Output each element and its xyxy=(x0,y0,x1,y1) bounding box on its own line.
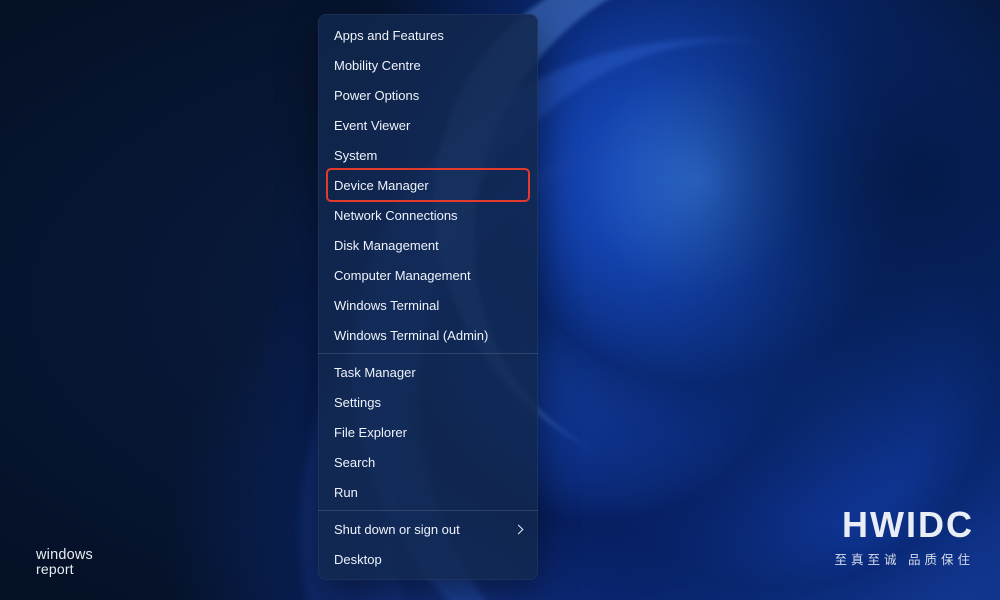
menu-item-windows-terminal-admin[interactable]: Windows Terminal (Admin) xyxy=(318,320,538,350)
menu-item-label: Device Manager xyxy=(334,178,429,193)
menu-item-file-explorer[interactable]: File Explorer xyxy=(318,417,538,447)
menu-item-label: Windows Terminal (Admin) xyxy=(334,328,488,343)
menu-item-label: Apps and Features xyxy=(334,28,444,43)
menu-item-label: Search xyxy=(334,455,375,470)
menu-item-label: Mobility Centre xyxy=(334,58,421,73)
menu-separator xyxy=(318,353,538,354)
menu-item-search[interactable]: Search xyxy=(318,447,538,477)
watermark-windows-report: windows report xyxy=(36,548,93,577)
menu-item-label: Computer Management xyxy=(334,268,471,283)
menu-item-windows-terminal[interactable]: Windows Terminal xyxy=(318,290,538,320)
menu-item-label: Settings xyxy=(334,395,381,410)
menu-item-label: Windows Terminal xyxy=(334,298,439,313)
menu-item-desktop[interactable]: Desktop xyxy=(318,544,538,574)
watermark-line1: windows xyxy=(36,548,93,563)
menu-item-label: Desktop xyxy=(334,552,382,567)
menu-item-computer-management[interactable]: Computer Management xyxy=(318,260,538,290)
menu-item-device-manager[interactable]: Device Manager xyxy=(318,170,538,200)
menu-item-label: Shut down or sign out xyxy=(334,522,460,537)
menu-item-power-options[interactable]: Power Options xyxy=(318,80,538,110)
watermark-line2: report xyxy=(36,562,93,576)
menu-item-settings[interactable]: Settings xyxy=(318,387,538,417)
menu-item-label: Power Options xyxy=(334,88,419,103)
menu-item-label: Run xyxy=(334,485,358,500)
power-user-menu[interactable]: Apps and Features Mobility Centre Power … xyxy=(318,14,538,580)
menu-item-label: Disk Management xyxy=(334,238,439,253)
watermark-main: HWIDC xyxy=(835,507,974,543)
menu-item-label: Task Manager xyxy=(334,365,416,380)
menu-item-run[interactable]: Run xyxy=(318,477,538,507)
menu-item-mobility-centre[interactable]: Mobility Centre xyxy=(318,50,538,80)
menu-item-disk-management[interactable]: Disk Management xyxy=(318,230,538,260)
menu-item-label: File Explorer xyxy=(334,425,407,440)
menu-item-shut-down-or-sign-out[interactable]: Shut down or sign out xyxy=(318,514,538,544)
watermark-sub: 至真至诚 品质保住 xyxy=(835,549,974,568)
menu-item-system[interactable]: System xyxy=(318,140,538,170)
menu-item-label: System xyxy=(334,148,377,163)
watermark-hwidc: HWIDC 至真至诚 品质保住 xyxy=(835,507,974,568)
menu-item-label: Event Viewer xyxy=(334,118,410,133)
menu-item-apps-and-features[interactable]: Apps and Features xyxy=(318,20,538,50)
chevron-right-icon xyxy=(514,524,524,534)
menu-item-label: Network Connections xyxy=(334,208,458,223)
menu-item-task-manager[interactable]: Task Manager xyxy=(318,357,538,387)
menu-separator xyxy=(318,510,538,511)
menu-item-network-connections[interactable]: Network Connections xyxy=(318,200,538,230)
menu-item-event-viewer[interactable]: Event Viewer xyxy=(318,110,538,140)
